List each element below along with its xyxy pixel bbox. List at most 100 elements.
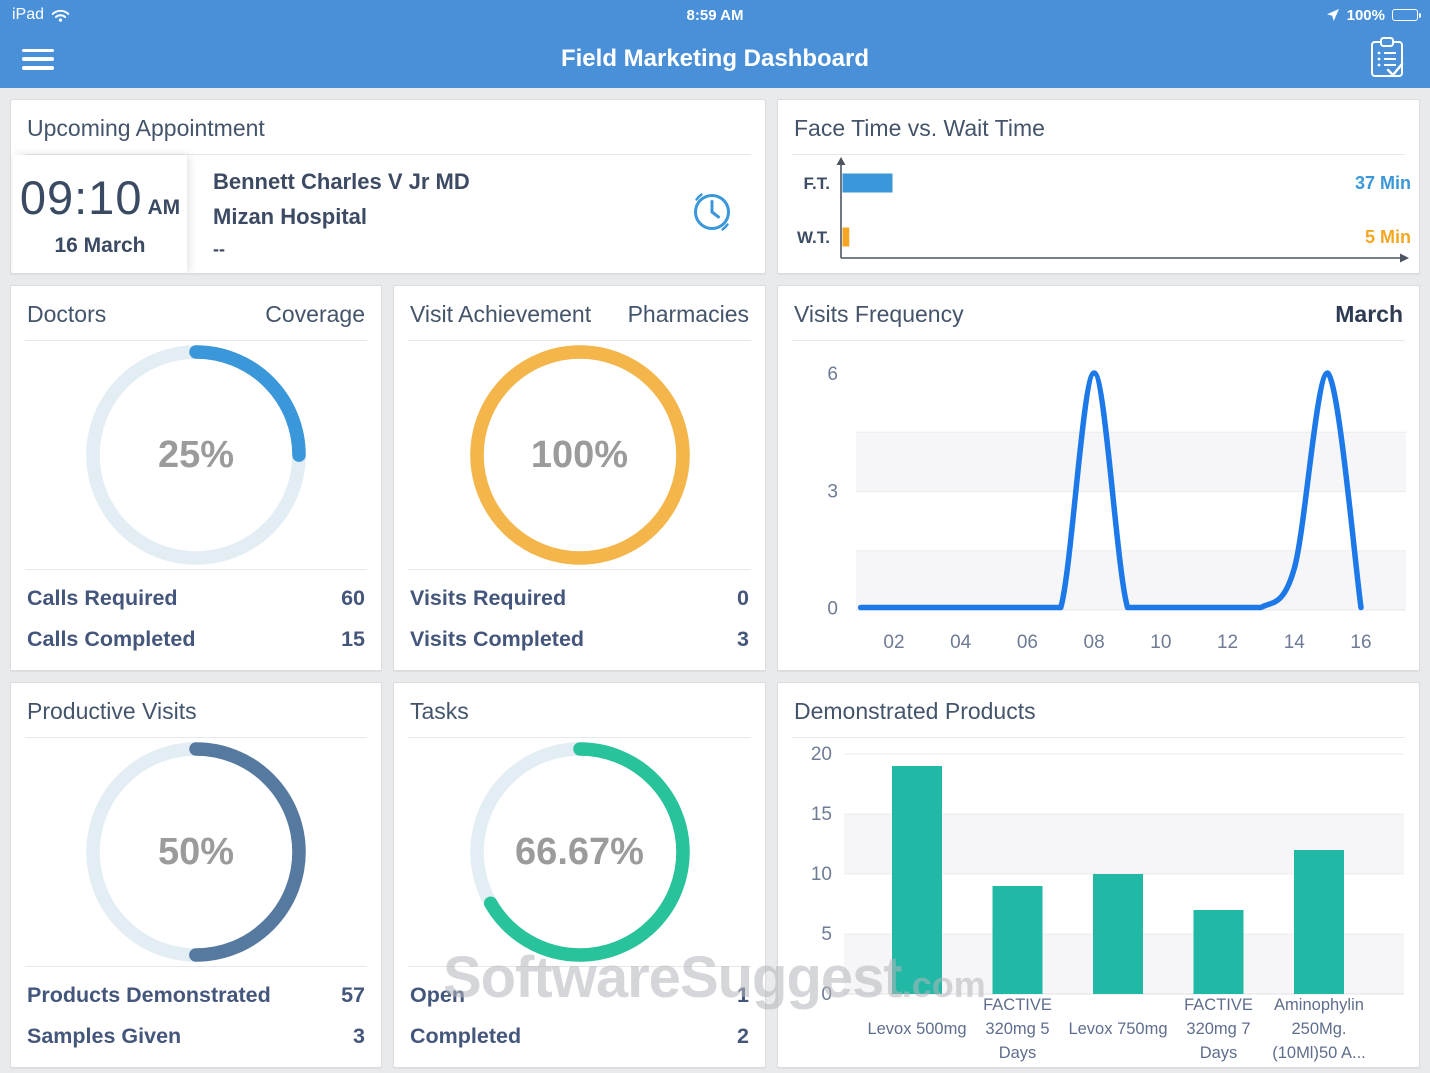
- svg-text:Levox 500mg: Levox 500mg: [867, 1020, 966, 1038]
- stat-label: Calls Completed: [27, 627, 196, 651]
- stat-row: Samples Given 3: [27, 1016, 365, 1057]
- card-title: Visit Achievement: [410, 301, 592, 327]
- stats-list: Calls Required 60 Calls Completed 15: [25, 569, 367, 670]
- svg-text:20: 20: [811, 744, 832, 765]
- status-right: 100%: [1326, 6, 1421, 24]
- stats-list: Visits Required 0 Visits Completed 3: [408, 569, 751, 670]
- svg-text:FACTIVE320mg 7Days: FACTIVE 320mg 7 Days: [1184, 996, 1253, 1062]
- alarm-clock-icon: [687, 187, 737, 242]
- nav-bar: Field Marketing Dashboard: [0, 30, 1430, 88]
- card-title: Productive Visits: [27, 698, 197, 724]
- visits-frequency-line-chart: 0 3 6 02 04 06 08 10 12 14 16: [827, 364, 1406, 653]
- stat-row: Visits Required 0: [410, 578, 749, 619]
- face-time-card: Face Time vs. Wait Time F.T. 37 Min W.T. 5 …: [777, 99, 1420, 274]
- productive-visits-gauge: 50%: [11, 738, 381, 966]
- stats-list: Products Demonstrated 57 Samples Given 3: [25, 966, 367, 1067]
- clipboard-icon: [1371, 36, 1404, 77]
- svg-text:12: 12: [1217, 632, 1238, 653]
- stat-row: Completed 2: [410, 1016, 749, 1057]
- appointment-note: --: [213, 238, 225, 259]
- svg-text:0: 0: [827, 599, 838, 620]
- face-time-chart: F.T. 37 Min W.T. 5 Min: [778, 155, 1419, 273]
- svg-text:5 Min: 5 Min: [1365, 227, 1411, 247]
- stat-value: 57: [341, 983, 365, 1007]
- demonstrated-products-bar-chart: 0 5 10 15 20 Levox 500mg FACTIVE 320mg 5 Days Lev…: [811, 744, 1404, 1062]
- card-title: Tasks: [410, 698, 469, 724]
- status-time: 8:59 AM: [686, 6, 744, 24]
- gauge-percent: 66.67%: [515, 830, 644, 873]
- stats-list: Open 1 Completed 2: [408, 966, 751, 1067]
- status-left: iPad: [12, 6, 70, 24]
- stat-label: Completed: [410, 1024, 522, 1048]
- gauge-percent: 100%: [530, 433, 629, 476]
- svg-text:10: 10: [1150, 632, 1171, 653]
- stat-row: Visits Completed 3: [410, 619, 749, 660]
- stat-row: Open 1: [410, 975, 749, 1016]
- coverage-gauge: 25%: [11, 341, 381, 569]
- card-subtitle: Pharmacies: [627, 301, 749, 327]
- stat-row: Products Demonstrated 57: [27, 975, 365, 1016]
- svg-text:Levox 750mg: Levox 750mg: [1068, 1020, 1167, 1038]
- svg-text:5: 5: [821, 924, 832, 945]
- card-title: Doctors: [27, 301, 107, 327]
- svg-text:04: 04: [950, 632, 972, 653]
- stat-value: 15: [341, 627, 365, 651]
- stat-label: Visits Required: [410, 586, 567, 610]
- stat-label: Visits Completed: [410, 627, 585, 651]
- svg-text:16: 16: [1350, 632, 1371, 653]
- carrier-label: iPad: [12, 6, 45, 23]
- stat-value: 3: [353, 1024, 365, 1048]
- report-button[interactable]: [1366, 34, 1408, 85]
- page-title: Field Marketing Dashboard: [560, 45, 870, 72]
- stat-value: 3: [737, 627, 749, 651]
- appointment-doctor: Bennett Charles V Jr MD: [213, 168, 470, 194]
- doctors-coverage-card: Doctors Coverage 25% Calls Required 60 C…: [10, 285, 382, 671]
- battery-percent: 100%: [1346, 6, 1385, 24]
- stat-value: 2: [737, 1024, 749, 1048]
- card-header: Doctors Coverage: [25, 286, 367, 341]
- visit-achievement-gauge: 100%: [394, 341, 765, 569]
- wifi-icon: [51, 9, 70, 22]
- visit-achievement-card: Visit Achievement Pharmacies 100% Visits…: [393, 285, 766, 671]
- stat-value: 1: [737, 983, 749, 1007]
- svg-text:37 Min: 37 Min: [1355, 173, 1411, 193]
- card-header: Visits Frequency March: [792, 286, 1405, 341]
- card-header: Upcoming Appointment: [25, 100, 751, 155]
- appointment-date: 16 March: [54, 234, 146, 257]
- card-title: Upcoming Appointment: [27, 115, 265, 141]
- location-arrow-icon: [1326, 9, 1339, 21]
- stat-value: 60: [341, 586, 365, 610]
- tasks-card: Tasks 66.67% Open 1 Completed 2: [393, 682, 766, 1068]
- stat-value: 0: [737, 586, 749, 610]
- menu-button[interactable]: [22, 48, 54, 70]
- stat-label: Samples Given: [27, 1024, 182, 1048]
- card-header: Visit Achievement Pharmacies: [408, 286, 751, 341]
- svg-text:14: 14: [1284, 632, 1306, 653]
- card-header: Productive Visits: [25, 683, 367, 738]
- visits-frequency-chart: 0 3 6 02 04 06 08 10 12 14 16: [778, 341, 1419, 670]
- card-subtitle: Coverage: [265, 301, 365, 327]
- svg-text:02: 02: [883, 632, 904, 653]
- face-time-bar-chart: F.T. 37 Min W.T. 5 Min: [797, 157, 1411, 263]
- svg-text:Aminophylin250Mg.(10Ml)50 A...: Aminophylin 250Mg. (10Ml)50 A...: [1272, 996, 1366, 1062]
- svg-text:3: 3: [827, 481, 838, 502]
- demonstrated-products-card: Demonstrated Products 0 5 10 15 20 Levox 500m…: [777, 682, 1420, 1068]
- app-screen: iPad 8:59 AM 100% Field Marketing Dashbo…: [0, 0, 1430, 1073]
- svg-text:06: 06: [1017, 632, 1038, 653]
- svg-text:W.T.: W.T.: [797, 228, 830, 247]
- svg-text:FACTIVE320mg 5Days: FACTIVE 320mg 5 Days: [983, 996, 1052, 1062]
- card-header: Tasks: [408, 683, 751, 738]
- svg-text:6: 6: [827, 364, 838, 385]
- svg-text:F.T.: F.T.: [804, 174, 830, 193]
- card-header: Demonstrated Products: [792, 683, 1405, 738]
- card-title: Face Time vs. Wait Time: [794, 115, 1045, 141]
- tasks-gauge: 66.67%: [394, 738, 765, 966]
- stat-label: Open: [410, 983, 465, 1007]
- productive-visits-card: Productive Visits 50% Products Demonstra…: [10, 682, 382, 1068]
- visits-frequency-card: Visits Frequency March 0 3 6 02 04 06 08 10 12 14…: [777, 285, 1420, 671]
- appointment-time: 09:10: [19, 171, 143, 224]
- stat-row: Calls Required 60: [27, 578, 365, 619]
- card-title: Visits Frequency: [794, 301, 964, 327]
- appointment-time-panel: 09:10 AM 16 March: [13, 155, 187, 273]
- appointment-row[interactable]: 09:10 AM 16 March Bennett Charles V Jr M…: [11, 155, 765, 273]
